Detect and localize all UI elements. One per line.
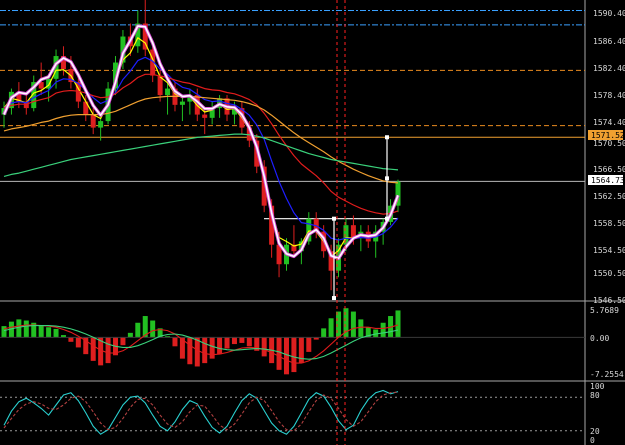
- macd-bar: [246, 337, 252, 347]
- price-tick-label: 1566.50: [593, 165, 625, 174]
- macd-bar: [358, 319, 364, 338]
- price-tick-label: 1558.50: [593, 219, 625, 228]
- measure-handle: [385, 135, 389, 140]
- macd-bar: [135, 322, 141, 338]
- stoch-tick-label: 0: [590, 436, 595, 445]
- macd-bar: [38, 325, 44, 338]
- price-tick-label: 1586.40: [593, 37, 625, 46]
- macd-bar: [172, 337, 178, 347]
- candle-body: [165, 88, 171, 96]
- macd-bar: [120, 337, 126, 346]
- macd-bar: [224, 337, 230, 349]
- candle-body: [98, 121, 104, 128]
- candle-body: [179, 101, 185, 105]
- measure-handle: [332, 296, 336, 301]
- macd-bar: [380, 322, 386, 338]
- macd-bar: [283, 337, 289, 375]
- macd-bar: [194, 337, 200, 367]
- macd-bar: [202, 337, 208, 364]
- macd-bar: [321, 328, 327, 338]
- price-tick-label: 1554.50: [593, 246, 625, 255]
- price-tick-label: 1574.40: [593, 118, 625, 127]
- price-tick-label: 1562.50: [593, 192, 625, 201]
- macd-bar: [1, 326, 7, 338]
- price-tick-label: 1550.50: [593, 269, 625, 278]
- price-tick-label: 1582.40: [593, 64, 625, 73]
- price-tick-label: 1570.50: [593, 139, 625, 148]
- macd-bar: [16, 319, 22, 338]
- macd-bar: [90, 337, 96, 361]
- macd-bar: [68, 337, 74, 342]
- macd-bar: [306, 337, 312, 352]
- macd-tick-label: 5.7689: [590, 306, 619, 315]
- macd-tick-label: -7.2554: [590, 370, 624, 379]
- macd-bar: [187, 337, 193, 365]
- macd-bar: [150, 320, 156, 338]
- macd-bar: [350, 311, 356, 338]
- macd-bar: [276, 337, 282, 370]
- macd-bar: [261, 337, 267, 357]
- macd-bar: [53, 328, 59, 338]
- macd-bar: [105, 337, 111, 364]
- macd-bar: [127, 332, 133, 338]
- measure-handle: [385, 176, 389, 181]
- trading-chart: 1590.40 1586.40 1582.40 1578.40 1574.40 …: [0, 0, 625, 445]
- level-price-tag-text: 1571.52: [591, 131, 625, 140]
- stoch-tick-label: 80: [590, 391, 600, 400]
- stoch-tick-label: 100: [590, 382, 605, 391]
- chart-background: [0, 0, 625, 445]
- macd-bar: [395, 310, 401, 338]
- price-tick-label: 1578.40: [593, 91, 625, 100]
- stoch-tick-label: 20: [590, 427, 600, 436]
- measure-handle: [385, 216, 389, 221]
- price-tick-label: 1546.50: [593, 296, 625, 305]
- measure-handle: [332, 216, 336, 221]
- macd-bar: [46, 327, 52, 338]
- macd-tick-label: 0.00: [590, 334, 609, 343]
- current-price-tag-text: 1564.73: [591, 176, 625, 185]
- macd-bar: [75, 337, 81, 348]
- macd-bar: [23, 320, 29, 338]
- macd-bar: [328, 318, 334, 338]
- macd-bar: [239, 337, 245, 343]
- macd-bar: [291, 337, 297, 373]
- macd-bar: [209, 337, 215, 359]
- price-tick-label: 1590.40: [593, 9, 625, 18]
- macd-bar: [217, 337, 223, 355]
- candle-body: [202, 114, 208, 118]
- macd-bar: [231, 337, 237, 345]
- candle-body: [90, 114, 96, 128]
